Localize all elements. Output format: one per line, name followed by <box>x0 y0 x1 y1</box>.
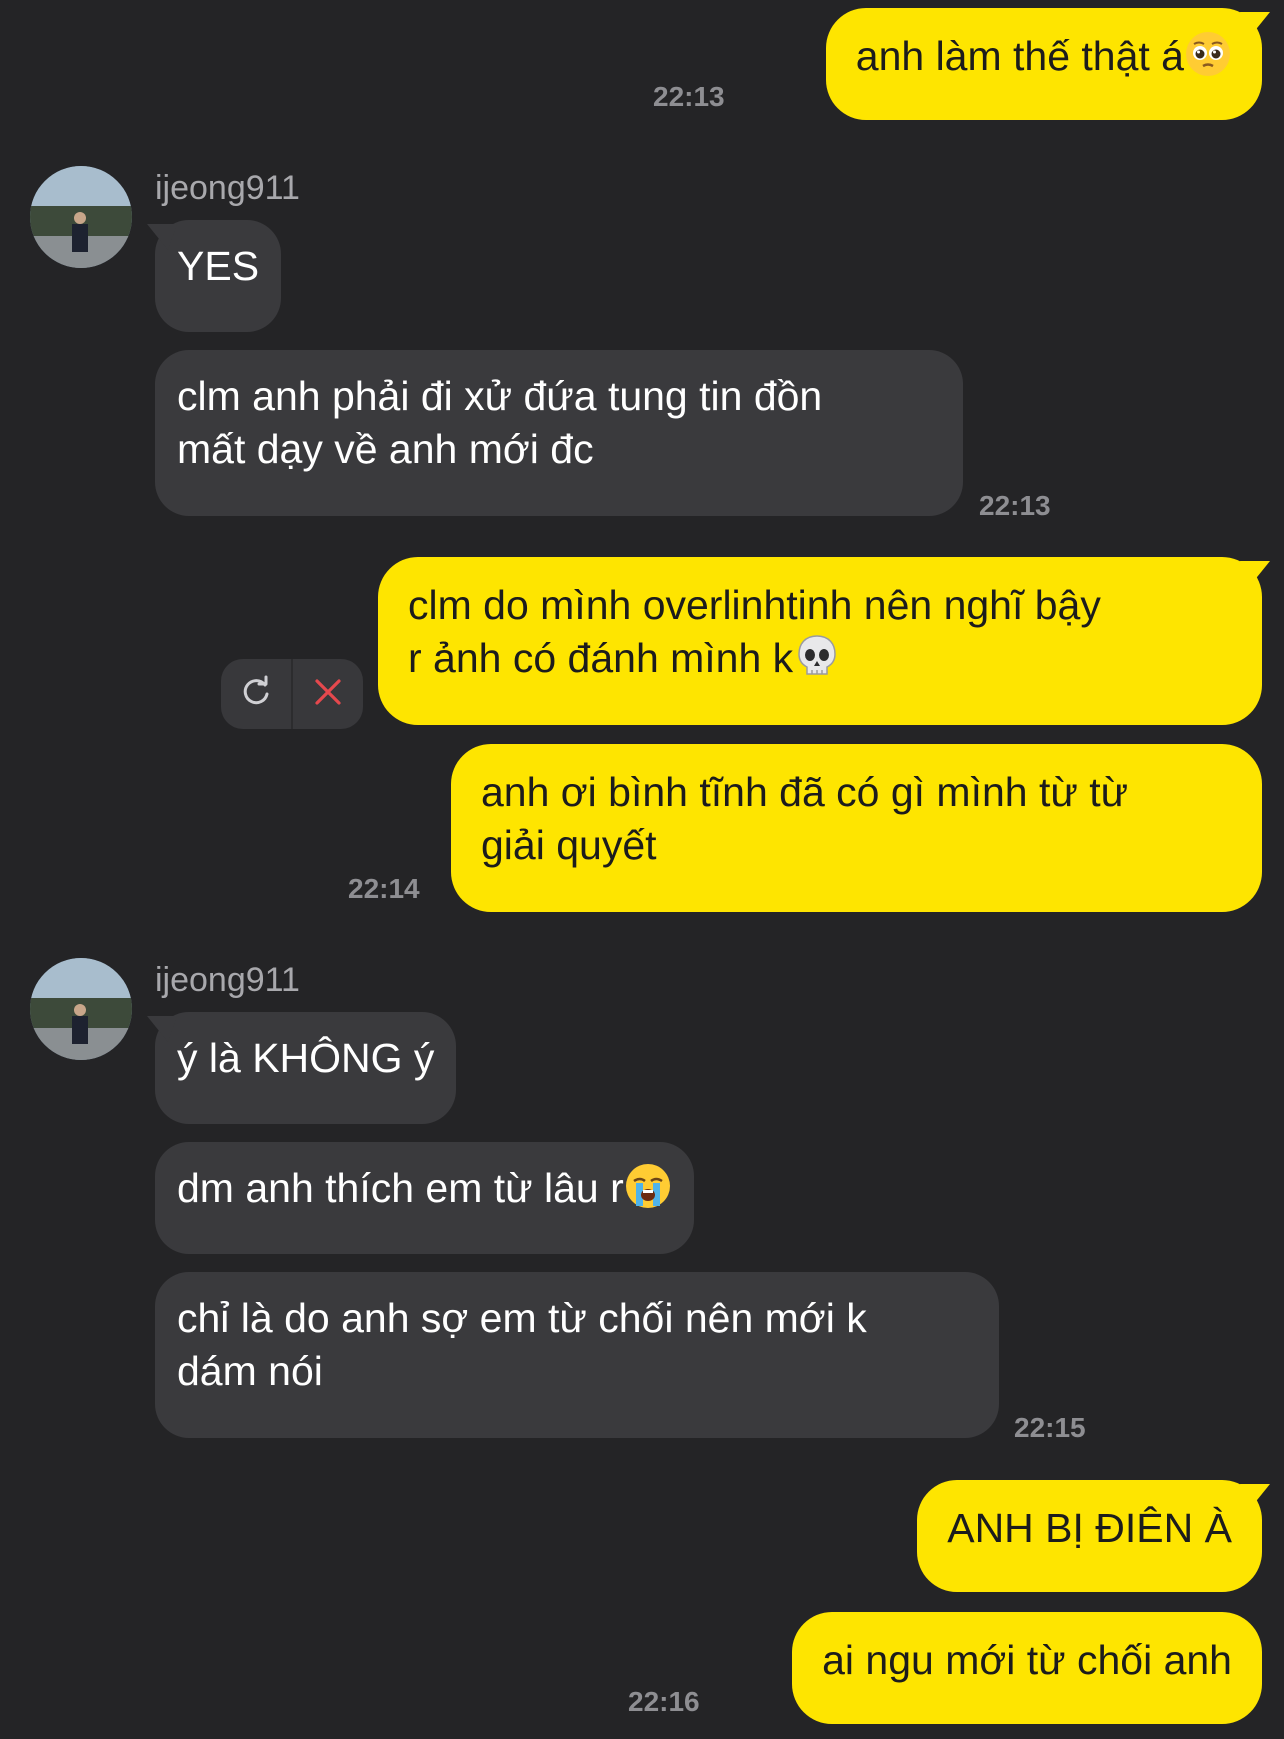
message-timestamp: 22:15 <box>1014 1412 1086 1443</box>
message-bubble-outgoing[interactable]: anh làm thế thật á <box>825 8 1262 120</box>
message-bubble-incoming[interactable]: chỉ là do anh sợ em từ chối nên mới k dá… <box>155 1272 999 1438</box>
message-text: anh làm thế thật á <box>855 33 1184 79</box>
close-icon <box>312 676 344 713</box>
loudly-crying-face-icon <box>624 1162 672 1223</box>
message-timestamp: 22:14 <box>348 873 420 904</box>
message-bubble-outgoing[interactable]: clm do mình overlinhtinh nên nghĩ bậy r … <box>378 557 1262 725</box>
message-bubble-incoming[interactable]: clm anh phải đi xử đứa tung tin đồn mất … <box>155 350 963 516</box>
message-text-line: clm do mình overlinhtinh nên nghĩ bậy <box>408 582 1101 628</box>
message-text: ý là KHÔNG ý <box>177 1035 435 1081</box>
message-bubble-incoming[interactable]: ý là KHÔNG ý <box>155 1012 457 1124</box>
retry-icon <box>238 674 274 715</box>
contact-avatar[interactable] <box>30 958 132 1060</box>
skull-icon <box>793 632 841 693</box>
message-text-line: chỉ là do anh sợ em từ chối nên mới k <box>177 1295 867 1341</box>
message-bubble-outgoing[interactable]: ai ngu mới từ chối anh <box>792 1612 1262 1724</box>
contact-name: ijeong911 <box>155 961 300 999</box>
pleading-face-icon <box>1184 30 1232 91</box>
message-text: dm anh thích em từ lâu r <box>177 1165 624 1211</box>
message-text-line: r ảnh có đánh mình k <box>408 635 794 681</box>
message-text: ANH BỊ ĐIÊN À <box>947 1505 1232 1551</box>
message-text-line: dám nói <box>177 1348 323 1394</box>
failed-message-actions <box>221 659 363 729</box>
message-text: ai ngu mới từ chối anh <box>822 1637 1232 1683</box>
message-text-line: mất dạy về anh mới đc <box>177 426 594 472</box>
message-bubble-outgoing[interactable]: ANH BỊ ĐIÊN À <box>917 1480 1262 1592</box>
message-bubble-incoming[interactable]: dm anh thích em từ lâu r <box>155 1142 694 1254</box>
message-text-line: anh ơi bình tĩnh đã có gì mình từ từ <box>481 769 1129 815</box>
message-text-line: clm anh phải đi xử đứa tung tin đồn <box>177 373 823 419</box>
message-bubble-outgoing[interactable]: anh ơi bình tĩnh đã có gì mình từ từ giả… <box>451 744 1262 912</box>
message-text-line: giải quyết <box>481 822 657 868</box>
retry-button[interactable] <box>221 659 291 729</box>
contact-name: ijeong911 <box>155 169 300 207</box>
contact-avatar[interactable] <box>30 166 132 268</box>
delete-button[interactable] <box>293 659 363 729</box>
message-bubble-incoming[interactable]: YES <box>155 220 282 332</box>
message-text: YES <box>177 243 260 289</box>
message-timestamp: 22:13 <box>979 490 1051 521</box>
message-timestamp: 22:13 <box>653 81 725 112</box>
message-timestamp: 22:16 <box>628 1686 700 1717</box>
